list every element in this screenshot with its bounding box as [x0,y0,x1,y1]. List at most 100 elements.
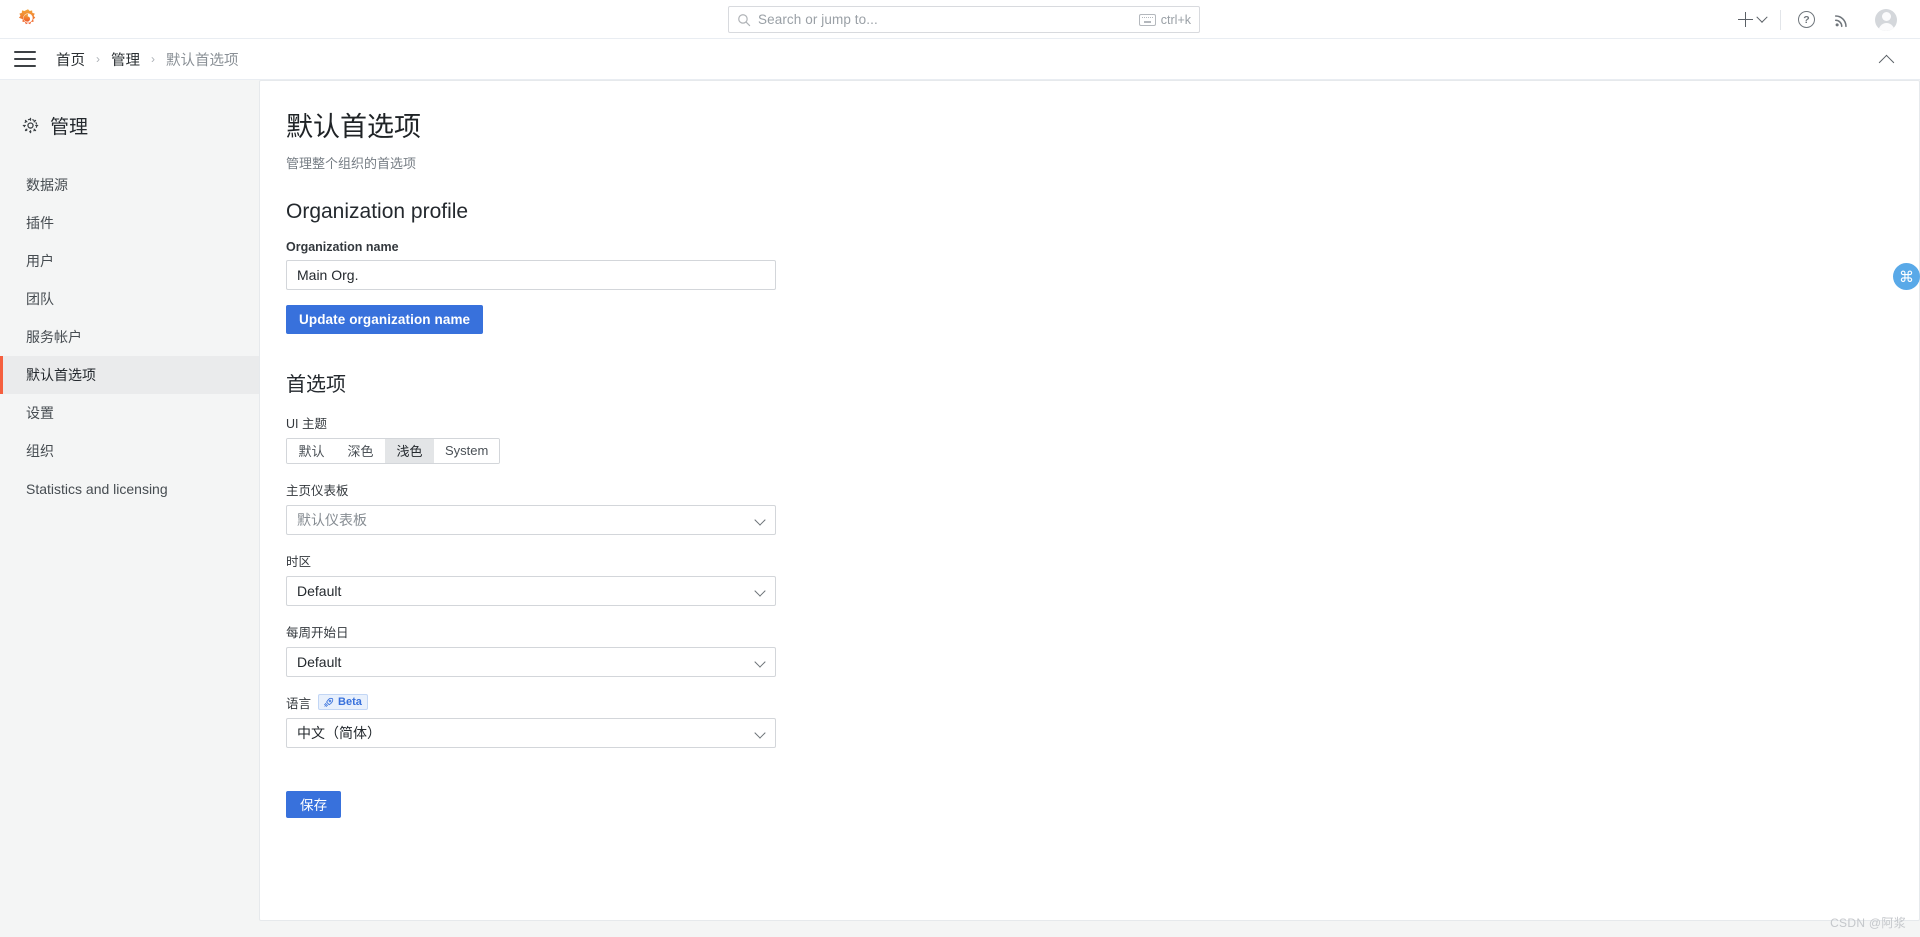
beta-badge-label: Beta [338,696,362,709]
week-start-value: Default [297,653,342,670]
chevron-down-icon [754,727,766,739]
sidebar-item-label: 默认首选项 [26,367,96,383]
sidebar-item-label: 设置 [26,405,54,421]
top-navigation-bar: Search or jump to... ctrl+k ? [0,0,1920,39]
breadcrumb-bar: 首页 › 管理 › 默认首选项 [0,39,1920,80]
toolbar-divider [1780,9,1781,30]
timezone-label: 时区 [286,554,312,569]
create-new-button[interactable] [1728,0,1772,39]
language-select[interactable]: 中文（简体） [286,717,776,748]
timezone-field: 时区 Default [286,551,1919,606]
chevron-up-icon [1878,54,1895,71]
sidebar-item-label: 服务帐户 [26,329,82,345]
org-name-input[interactable] [286,259,776,290]
section-heading-preferences: 首选项 [286,373,346,396]
ui-theme-label: UI 主题 [286,416,327,431]
week-start-select[interactable]: Default [286,646,776,677]
sidebar-item-label: 团队 [26,291,54,307]
week-start-field: 每周开始日 Default [286,622,1919,677]
chevron-down-icon [754,656,766,668]
update-organization-name-button[interactable]: Update organization name [286,304,484,334]
home-dashboard-select[interactable]: 默认仪表板 [286,504,776,535]
help-button[interactable]: ? [1789,0,1824,39]
chevron-down-icon [1756,11,1768,23]
search-shortcut-label: ctrl+k [1160,12,1191,27]
sidebar-item-label: Statistics and licensing [26,481,168,497]
home-dashboard-field: 主页仪表板 默认仪表板 [286,480,1919,535]
language-value: 中文（简体） [297,724,381,741]
sidebar-item-service-accounts[interactable]: 服务帐户 [0,318,259,356]
save-button[interactable]: 保存 [286,790,342,818]
news-button[interactable] [1824,0,1860,39]
rss-icon [1834,14,1847,27]
sidebar-item-settings[interactable]: 设置 [0,394,259,432]
timezone-select[interactable]: Default [286,575,776,606]
avatar [1875,8,1897,31]
rocket-icon [324,697,334,707]
org-name-field: Organization name [286,240,1919,290]
global-search-input[interactable]: Search or jump to... ctrl+k [728,6,1200,33]
sidebar-nav-list: 数据源 插件 用户 团队 服务帐户 默认首选项 设置 组织 Statistics… [0,166,259,508]
help-glyph: ? [1803,13,1810,26]
hamburger-menu-icon[interactable] [14,51,36,67]
page-title: 默认首选项 [286,112,421,142]
help-circle-icon: ? [1798,11,1815,28]
command-palette-floating-button[interactable]: ⌘ [1893,263,1920,290]
ui-theme-field: UI 主题 默认 深色 浅色 System [286,413,1919,464]
language-label: 语言 [286,696,312,711]
app-root: Search or jump to... ctrl+k ? 首页 › 管理 › … [0,0,1920,937]
search-shortcut-hint: ctrl+k [1138,12,1191,27]
grafana-logo-link[interactable] [0,8,56,30]
breadcrumb-separator: › [96,52,100,66]
org-name-label: Organization name [286,239,399,254]
grafana-logo-icon [18,9,36,25]
breadcrumb-separator: › [151,52,155,66]
timezone-value: Default [297,582,342,599]
sidebar-item-statistics-and-licensing[interactable]: Statistics and licensing [0,470,259,508]
sidebar-item-label: 组织 [26,443,54,459]
ui-theme-radio-group: 默认 深色 浅色 System [286,437,501,464]
sidebar-item-datasources[interactable]: 数据源 [0,166,259,204]
section-heading-org-profile: Organization profile [286,199,469,223]
chevron-down-icon [754,514,766,526]
search-icon [738,13,751,26]
sidebar-item-plugins[interactable]: 插件 [0,204,259,242]
ui-theme-option-default[interactable]: 默认 [287,438,336,463]
gear-icon [22,117,39,134]
user-profile-button[interactable] [1860,0,1906,39]
page-content: 默认首选项 管理整个组织的首选项 Organization profile Or… [260,81,1919,818]
sidebar-item-organizations[interactable]: 组织 [0,432,259,470]
home-dashboard-label: 主页仪表板 [286,483,349,498]
topbar-actions: ? [1728,0,1906,39]
ui-theme-option-light[interactable]: 浅色 [385,438,434,463]
sidebar-item-users[interactable]: 用户 [0,242,259,280]
sidebar-item-teams[interactable]: 团队 [0,280,259,318]
breadcrumb: 首页 › 管理 › 默认首选项 [54,49,241,70]
sidebar-item-label: 数据源 [26,177,68,193]
watermark-text: CSDN @阿浆 [1830,916,1906,930]
sidebar-title-label: 管理 [50,117,89,138]
ui-theme-option-system[interactable]: System [434,438,500,463]
beta-badge: Beta [318,694,368,711]
command-icon: ⌘ [1899,268,1914,286]
chevron-down-icon [754,585,766,597]
breadcrumb-item-home[interactable]: 首页 [54,49,87,70]
sidebar-item-default-preferences[interactable]: 默认首选项 [0,356,259,394]
language-label-row: 语言 Beta [286,693,1919,712]
home-dashboard-value: 默认仪表板 [297,511,367,528]
keyboard-icon [1138,13,1156,26]
language-field: 语言 Beta 中文（简体） [286,693,1919,748]
search-placeholder-text: Search or jump to... [758,12,878,27]
breadcrumb-item-current: 默认首选项 [166,52,239,69]
admin-sidebar: 管理 数据源 插件 用户 团队 服务帐户 默认首选项 设置 组织 Statist… [0,80,259,937]
week-start-label: 每周开始日 [286,625,349,640]
breadcrumb-item-administration[interactable]: 管理 [109,49,142,70]
ui-theme-option-dark[interactable]: 深色 [336,438,385,463]
main-panel: 默认首选项 管理整个组织的首选项 Organization profile Or… [259,80,1920,921]
sidebar-title: 管理 [0,80,259,139]
sidebar-item-label: 用户 [26,253,54,269]
plus-icon [1738,12,1753,27]
collapse-header-button[interactable] [1878,50,1898,71]
page-subtitle: 管理整个组织的首选项 [286,155,417,171]
sidebar-item-label: 插件 [26,215,54,231]
